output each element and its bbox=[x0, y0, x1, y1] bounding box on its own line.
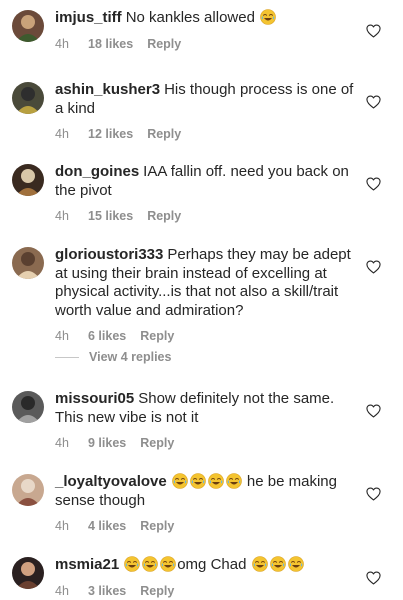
reply-button[interactable]: Reply bbox=[140, 436, 174, 450]
laughing-emoji bbox=[287, 556, 304, 572]
comment-text: No kankles allowed bbox=[125, 9, 255, 26]
comment-meta: 4h 15 likes Reply bbox=[55, 209, 181, 223]
laughing-emoji bbox=[225, 473, 242, 489]
comment-meta: 4h 3 likes Reply bbox=[55, 584, 174, 598]
comment-text: omg Chad bbox=[177, 556, 251, 573]
comment-likes[interactable]: 6 likes bbox=[88, 329, 126, 343]
comment-username[interactable]: glorioustori333 bbox=[55, 246, 163, 263]
comment-meta: 4h 18 likes Reply bbox=[55, 37, 181, 51]
laughing-emoji bbox=[189, 473, 206, 489]
avatar[interactable] bbox=[12, 391, 44, 423]
reply-button[interactable]: Reply bbox=[147, 37, 181, 51]
comment-age: 4h bbox=[55, 519, 69, 533]
comment-body: imjus_tiff No kankles allowed bbox=[55, 9, 355, 28]
avatar[interactable] bbox=[12, 247, 44, 279]
reply-button[interactable]: Reply bbox=[147, 127, 181, 141]
comment-likes[interactable]: 18 likes bbox=[88, 37, 133, 51]
laughing-emoji bbox=[124, 556, 141, 572]
laughing-emoji bbox=[207, 473, 224, 489]
comment-body: don_goines IAA fallin off. need you back … bbox=[55, 163, 355, 200]
comment-meta: 4h 9 likes Reply bbox=[55, 436, 174, 450]
laughing-emoji bbox=[260, 9, 276, 25]
view-replies-divider bbox=[55, 356, 79, 358]
comment-age: 4h bbox=[55, 436, 69, 450]
comment-body: msmia21 omg Chad bbox=[55, 556, 355, 575]
comment-meta: 4h 12 likes Reply bbox=[55, 127, 181, 141]
comment-age: 4h bbox=[55, 329, 69, 343]
avatar[interactable] bbox=[12, 474, 44, 506]
comment-age: 4h bbox=[55, 36, 69, 51]
heart-icon[interactable] bbox=[366, 487, 381, 501]
comment-likes[interactable]: 15 likes bbox=[88, 209, 133, 223]
view-replies-link[interactable]: View 4 replies bbox=[55, 350, 171, 364]
laughing-emoji bbox=[160, 556, 177, 572]
avatar[interactable] bbox=[12, 557, 44, 589]
laughing-emoji bbox=[142, 556, 159, 572]
reply-button[interactable]: Reply bbox=[147, 209, 181, 223]
comment-age: 4h bbox=[55, 127, 69, 141]
heart-icon[interactable] bbox=[366, 260, 381, 274]
comment-age: 4h bbox=[55, 209, 69, 223]
comment-body: glorioustori333 Perhaps they may be adept… bbox=[55, 246, 355, 320]
heart-icon[interactable] bbox=[366, 177, 381, 191]
heart-icon[interactable] bbox=[366, 24, 381, 38]
comment-meta: 4h 4 likes Reply bbox=[55, 519, 174, 533]
comment-username[interactable]: don_goines bbox=[55, 163, 139, 180]
comment-username[interactable]: imjus_tiff bbox=[55, 9, 122, 26]
heart-icon[interactable] bbox=[366, 571, 381, 585]
reply-button[interactable]: Reply bbox=[140, 329, 174, 343]
comment-likes[interactable]: 9 likes bbox=[88, 436, 126, 450]
avatar[interactable] bbox=[12, 164, 44, 196]
reply-button[interactable]: Reply bbox=[140, 519, 174, 533]
view-replies-label[interactable]: View 4 replies bbox=[89, 350, 171, 364]
comment-body: ashin_kusher3 His though process is one o… bbox=[55, 81, 355, 118]
heart-icon[interactable] bbox=[366, 95, 381, 109]
comment-username[interactable]: msmia21 bbox=[55, 556, 119, 573]
comment-meta: 4h 6 likes Reply bbox=[55, 329, 174, 343]
comment-body: _loyaltyovalove he be making sense thoug… bbox=[55, 473, 355, 510]
comment-age: 4h bbox=[55, 583, 69, 598]
avatar[interactable] bbox=[12, 82, 44, 114]
comment-body: missouri05 Show definitely not the same. … bbox=[55, 390, 355, 427]
laughing-emoji bbox=[251, 556, 268, 572]
reply-button[interactable]: Reply bbox=[140, 584, 174, 598]
comment-likes[interactable]: 12 likes bbox=[88, 127, 133, 141]
avatar[interactable] bbox=[12, 10, 44, 42]
laughing-emoji bbox=[171, 473, 188, 489]
heart-icon[interactable] bbox=[366, 404, 381, 418]
comment-username[interactable]: _loyaltyovalove bbox=[55, 473, 167, 490]
laughing-emoji bbox=[269, 556, 286, 572]
comment-likes[interactable]: 3 likes bbox=[88, 584, 126, 598]
comment-username[interactable]: missouri05 bbox=[55, 390, 134, 407]
comment-username[interactable]: ashin_kusher3 bbox=[55, 81, 160, 98]
comment-likes[interactable]: 4 likes bbox=[88, 519, 126, 533]
